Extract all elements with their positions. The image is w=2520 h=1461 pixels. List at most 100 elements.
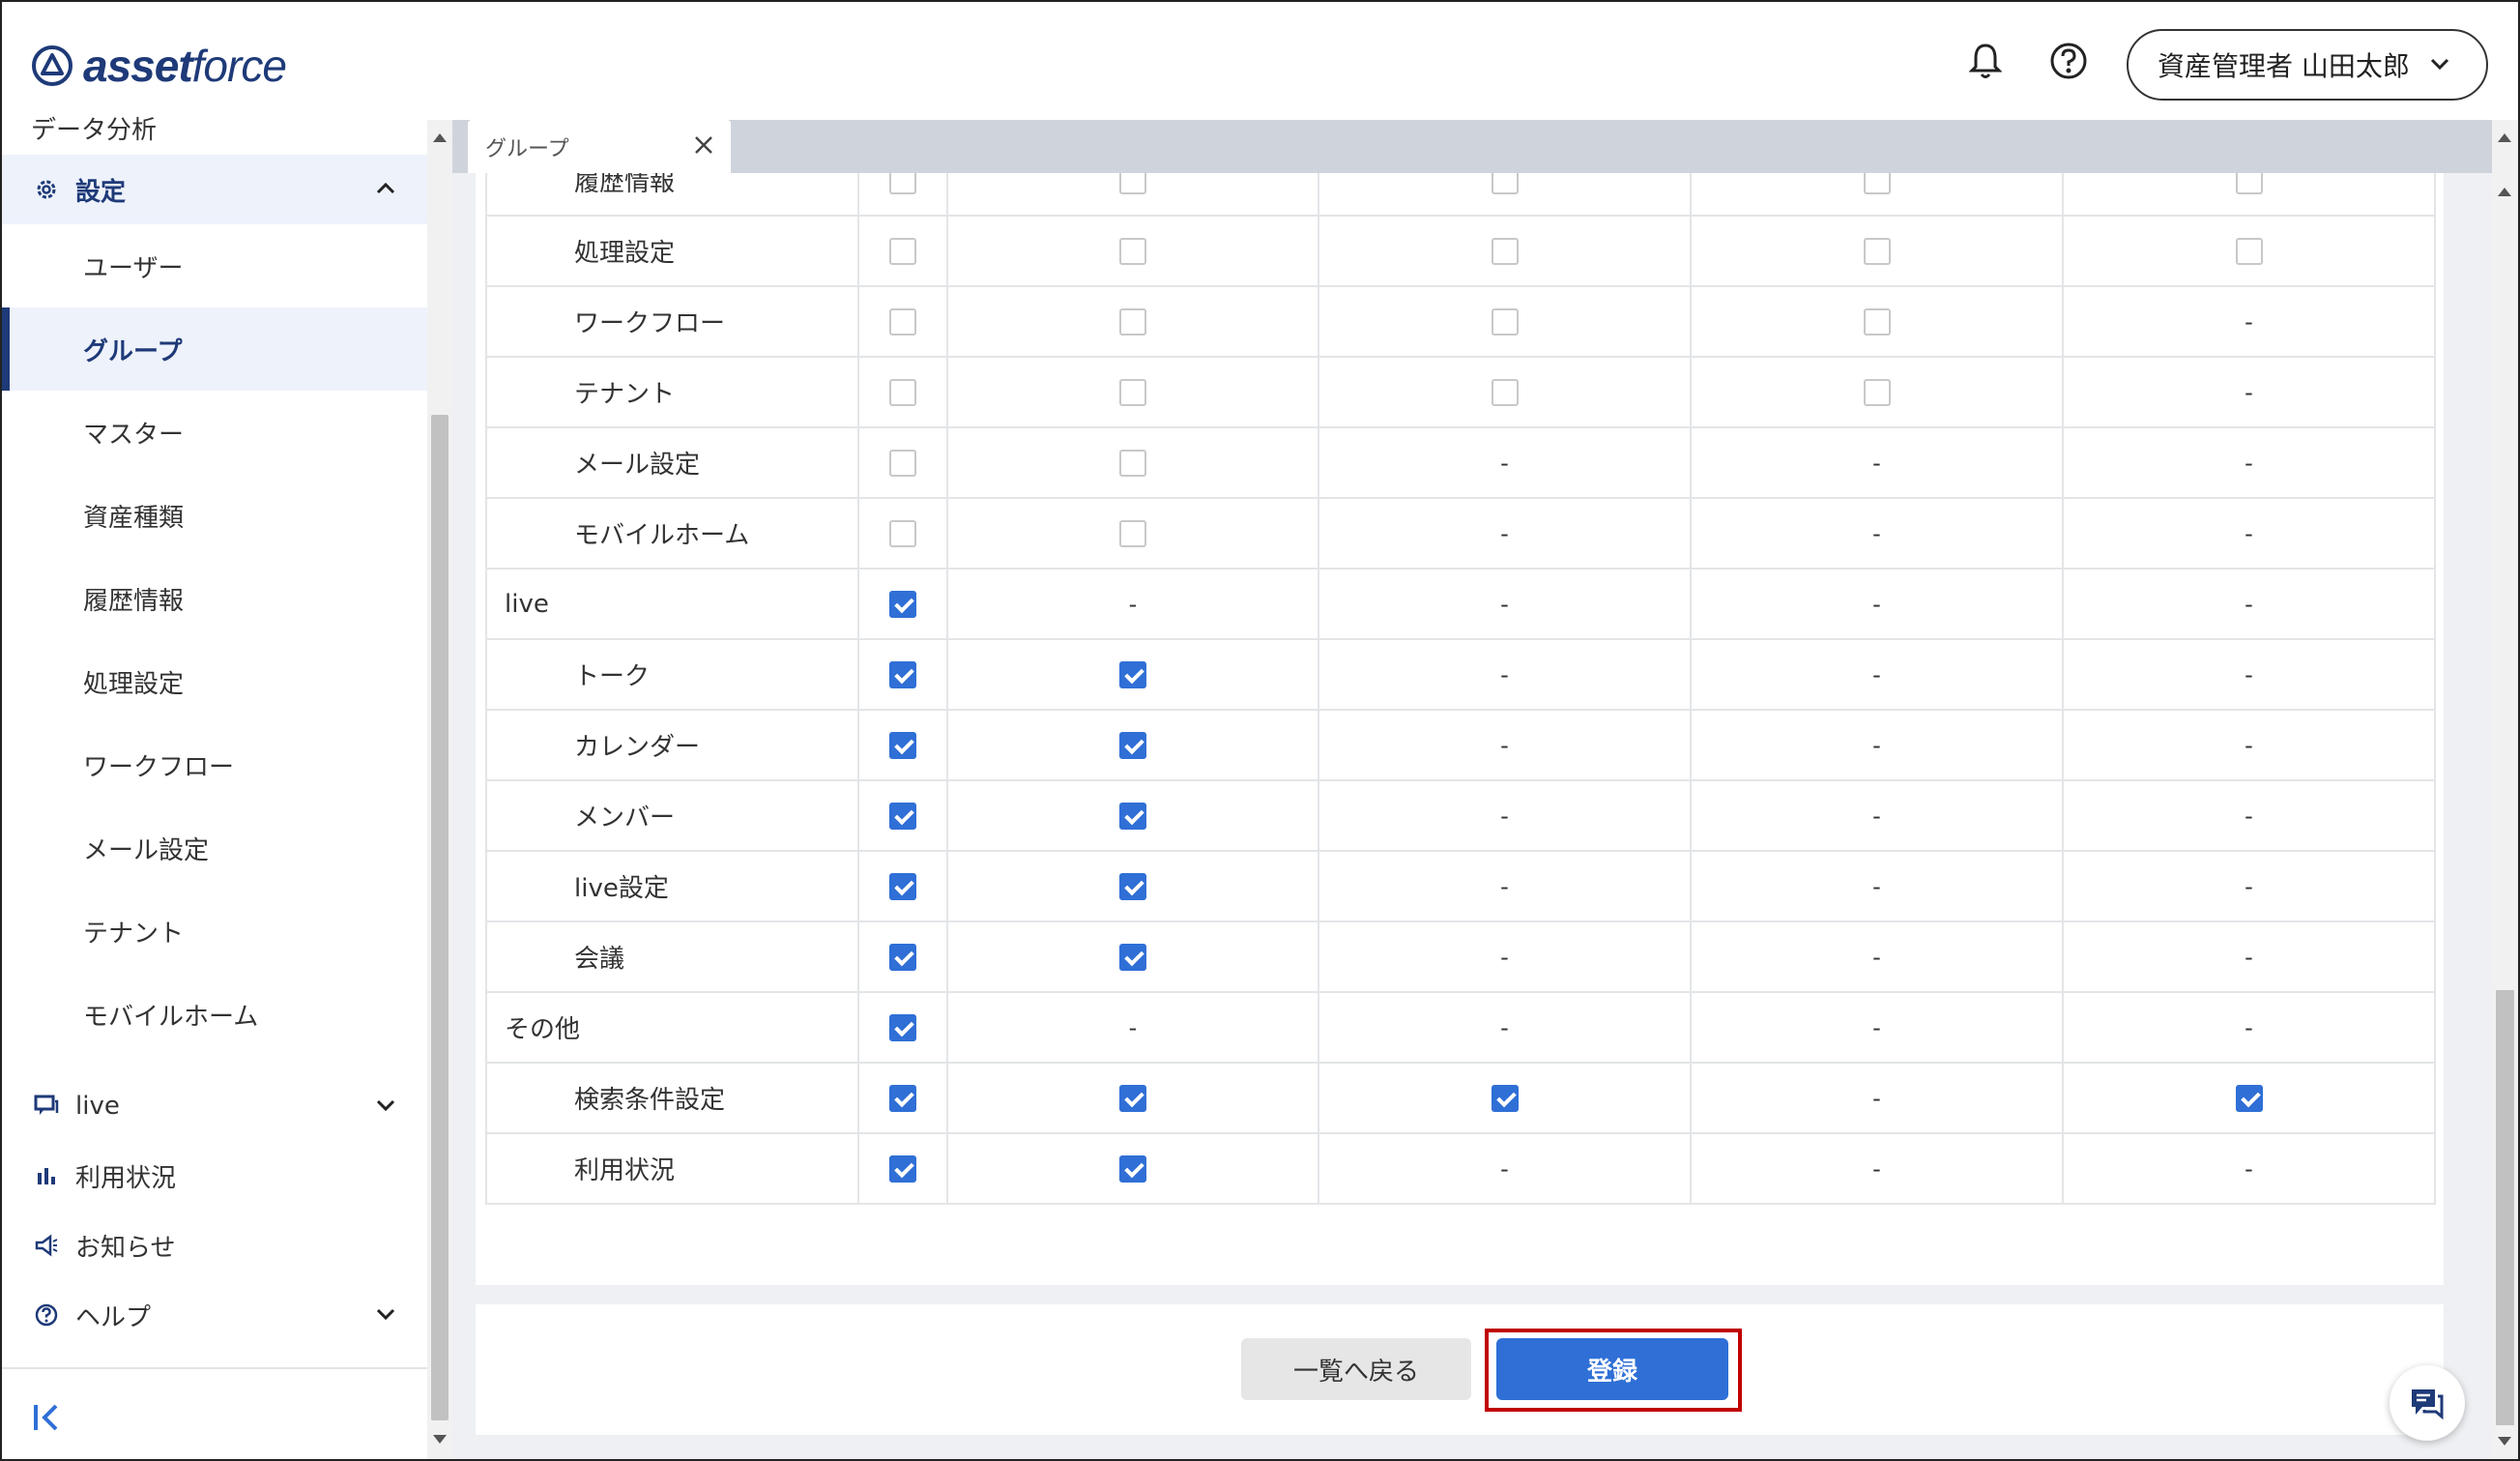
permission-cell: - xyxy=(2062,991,2436,1064)
back-to-list-button[interactable]: 一覧へ戻る xyxy=(1241,1338,1471,1400)
permission-cell xyxy=(946,285,1319,358)
permission-cell xyxy=(1318,215,1692,287)
checkbox-checked[interactable] xyxy=(1119,944,1146,971)
checkbox-unchecked[interactable] xyxy=(889,379,916,406)
sidebar-item-master[interactable]: マスター xyxy=(2,391,427,474)
sidebar-item-workflow[interactable]: ワークフロー xyxy=(2,723,427,806)
permission-cell: - xyxy=(2062,568,2436,640)
row-label: トーク xyxy=(485,638,859,711)
checkbox-unchecked[interactable] xyxy=(1119,308,1146,336)
sidebar-section-notice[interactable]: お知らせ xyxy=(2,1211,427,1280)
sidebar-item-users[interactable]: ユーザー xyxy=(2,224,427,307)
row-label: テナント xyxy=(485,356,859,428)
checkbox-unchecked[interactable] xyxy=(1491,308,1519,336)
checkbox-checked[interactable] xyxy=(889,873,916,900)
checkbox-unchecked[interactable] xyxy=(889,173,916,194)
assetforce-logo[interactable]: assetforce xyxy=(31,37,287,95)
not-applicable-dash: - xyxy=(1872,731,1881,759)
sidebar-section-live[interactable]: live xyxy=(2,1071,427,1141)
checkbox-unchecked[interactable] xyxy=(1119,173,1146,194)
checkbox-unchecked[interactable] xyxy=(1119,450,1146,477)
permission-cell xyxy=(1690,285,2064,358)
permission-cell xyxy=(857,426,948,499)
checkbox-checked[interactable] xyxy=(889,732,916,759)
checkbox-unchecked[interactable] xyxy=(1863,238,1891,265)
chat-bubble-icon xyxy=(33,1093,60,1120)
table-row: モバイルホーム - - - xyxy=(485,497,2436,570)
checkbox-checked[interactable] xyxy=(1491,1085,1519,1112)
sidebar-item-data-analysis[interactable]: データ分析 xyxy=(31,110,157,146)
not-applicable-dash: - xyxy=(2245,1013,2253,1041)
checkbox-checked[interactable] xyxy=(889,1014,916,1041)
checkbox-unchecked[interactable] xyxy=(1491,379,1519,406)
checkbox-checked[interactable] xyxy=(889,803,916,830)
permission-cell: - xyxy=(1318,991,1692,1064)
checkbox-checked[interactable] xyxy=(1119,803,1146,830)
permission-cell xyxy=(946,850,1319,922)
checkbox-checked[interactable] xyxy=(1119,661,1146,688)
row-label: live xyxy=(485,568,859,640)
main-scrollbar-thumb[interactable] xyxy=(2496,990,2514,1425)
permission-cell: - xyxy=(1318,709,1692,781)
bell-icon[interactable] xyxy=(1963,39,2008,83)
permission-cell: - xyxy=(2062,850,2436,922)
not-applicable-dash: - xyxy=(2245,449,2253,477)
sidebar-section-usage[interactable]: 利用状況 xyxy=(2,1141,427,1211)
sidebar-scrollbar-thumb[interactable] xyxy=(431,415,449,1420)
permission-cell: - xyxy=(1318,497,1692,570)
permission-cell: - xyxy=(1690,709,2064,781)
checkbox-checked[interactable] xyxy=(889,1085,916,1112)
permission-cell xyxy=(2062,215,2436,287)
checkbox-unchecked[interactable] xyxy=(1491,238,1519,265)
checkbox-checked[interactable] xyxy=(889,661,916,688)
sidebar-item-tenant[interactable]: テナント xyxy=(2,890,427,973)
sidebar-item-groups[interactable]: グループ xyxy=(2,307,427,391)
checkbox-unchecked[interactable] xyxy=(1491,173,1519,194)
sidebar-item-mail-settings[interactable]: メール設定 xyxy=(2,806,427,890)
register-button[interactable]: 登録 xyxy=(1496,1338,1728,1400)
sidebar-section-settings[interactable]: 設定 xyxy=(2,155,427,224)
checkbox-checked[interactable] xyxy=(889,944,916,971)
checkbox-unchecked[interactable] xyxy=(1119,520,1146,547)
permission-cell xyxy=(857,285,948,358)
sidebar-section-help[interactable]: ヘルプ xyxy=(2,1280,427,1350)
sidebar-scrollbar[interactable] xyxy=(427,120,452,1459)
checkbox-unchecked[interactable] xyxy=(2235,173,2263,194)
help-circle-icon xyxy=(33,1301,60,1329)
table-row: 利用状況 - - - xyxy=(485,1132,2436,1205)
checkbox-checked[interactable] xyxy=(889,591,916,618)
user-menu-button[interactable]: 資産管理者 山田太郎 xyxy=(2127,29,2488,101)
sidebar-item-mobile-home[interactable]: モバイルホーム xyxy=(2,973,427,1056)
sidebar-item-asset-types[interactable]: 資産種類 xyxy=(2,474,427,557)
checkbox-unchecked[interactable] xyxy=(889,450,916,477)
tab-groups[interactable]: グループ xyxy=(468,120,731,173)
checkbox-unchecked[interactable] xyxy=(889,520,916,547)
checkbox-unchecked[interactable] xyxy=(1119,238,1146,265)
sidebar-item-history[interactable]: 履歴情報 xyxy=(2,557,427,640)
close-icon[interactable] xyxy=(692,133,715,157)
checkbox-checked[interactable] xyxy=(1119,732,1146,759)
sidebar-item-processing[interactable]: 処理設定 xyxy=(2,640,427,723)
checkbox-checked[interactable] xyxy=(1119,1155,1146,1183)
permission-cell: - xyxy=(1690,850,2064,922)
permission-cell xyxy=(946,215,1319,287)
logo-mark-icon xyxy=(32,45,72,86)
checkbox-unchecked[interactable] xyxy=(2235,238,2263,265)
collapse-sidebar-icon[interactable] xyxy=(31,1401,64,1438)
checkbox-unchecked[interactable] xyxy=(889,238,916,265)
checkbox-checked[interactable] xyxy=(1119,873,1146,900)
permission-cell: - xyxy=(1318,920,1692,993)
checkbox-unchecked[interactable] xyxy=(1863,308,1891,336)
permission-cell: - xyxy=(1690,497,2064,570)
checkbox-unchecked[interactable] xyxy=(1863,173,1891,194)
main-scrollbar[interactable] xyxy=(2492,120,2518,1459)
checkbox-unchecked[interactable] xyxy=(1119,379,1146,406)
checkbox-unchecked[interactable] xyxy=(889,308,916,336)
help-circle-icon[interactable] xyxy=(2046,39,2091,83)
permission-cell xyxy=(946,920,1319,993)
checkbox-unchecked[interactable] xyxy=(1863,379,1891,406)
checkbox-checked[interactable] xyxy=(2235,1085,2263,1112)
checkbox-checked[interactable] xyxy=(889,1155,916,1183)
chat-support-button[interactable] xyxy=(2390,1365,2465,1441)
checkbox-checked[interactable] xyxy=(1119,1085,1146,1112)
